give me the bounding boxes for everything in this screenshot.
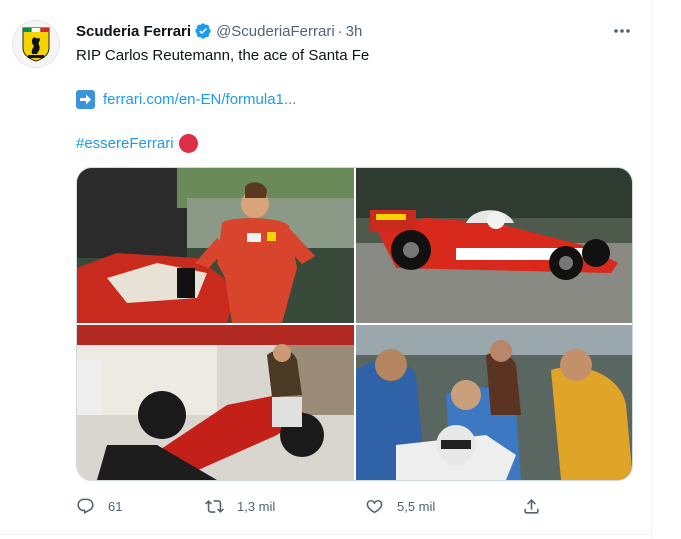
author-avatar[interactable] xyxy=(12,20,60,68)
retweet-button[interactable]: 1,3 mil xyxy=(205,493,275,519)
like-button[interactable]: 5,5 mil xyxy=(365,493,435,519)
media-grid xyxy=(76,167,633,481)
reply-count: 61 xyxy=(108,498,123,514)
share-icon xyxy=(522,497,541,516)
right-arrow-emoji-icon xyxy=(76,89,95,109)
bottom-divider xyxy=(0,534,651,535)
timeline-right-border xyxy=(651,0,652,539)
tweet-actions: 61 1,3 mil 5,5 mil xyxy=(76,493,556,519)
red-circle-emoji-icon xyxy=(178,133,198,153)
reply-button[interactable]: 61 xyxy=(76,493,122,519)
share-button[interactable] xyxy=(522,493,554,519)
photo-ferrari-312t-racing[interactable] xyxy=(356,168,632,323)
external-link[interactable]: ferrari.com/en-EN/formula1... xyxy=(103,91,296,108)
photo-driver-seated-on-car[interactable] xyxy=(77,168,354,323)
tweet-card[interactable]: Scuderia Ferrari @ScuderiaFerrari · 3h R… xyxy=(0,0,651,539)
tweet-timestamp[interactable]: 3h xyxy=(346,23,363,40)
like-count: 5,5 mil xyxy=(397,498,436,514)
tweet-header: Scuderia Ferrari @ScuderiaFerrari · 3h xyxy=(76,20,362,42)
heart-icon xyxy=(365,497,384,516)
verified-badge-icon xyxy=(194,22,212,40)
hashtag-row: #essereFerrari xyxy=(76,133,198,153)
more-options-button[interactable] xyxy=(606,17,638,45)
photo-ferrari-f1-garage[interactable] xyxy=(77,325,354,480)
ferrari-shield-logo-icon xyxy=(22,27,50,62)
retweet-count: 1,3 mil xyxy=(237,498,276,514)
photo-pit-crew-around-driver[interactable] xyxy=(356,325,632,480)
author-handle[interactable]: @ScuderiaFerrari xyxy=(216,23,335,40)
tweet-text: RIP Carlos Reutemann, the ace of Santa F… xyxy=(76,47,370,64)
retweet-icon xyxy=(205,497,224,516)
hashtag-link[interactable]: #essereFerrari xyxy=(76,135,174,152)
header-separator: · xyxy=(337,22,343,40)
author-display-name[interactable]: Scuderia Ferrari xyxy=(76,23,191,40)
more-dots-icon xyxy=(614,29,630,33)
link-row: ferrari.com/en-EN/formula1... xyxy=(76,89,296,109)
reply-icon xyxy=(76,497,95,516)
